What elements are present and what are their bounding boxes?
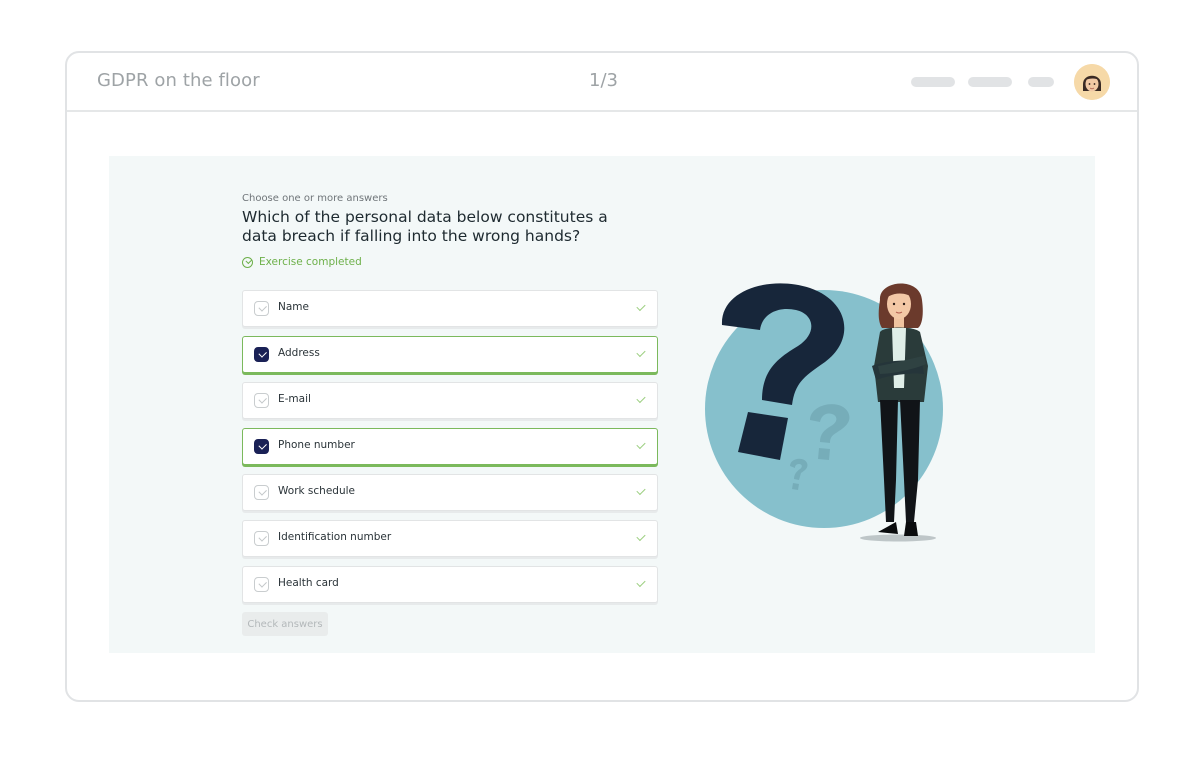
question-text: Which of the personal data below constit… — [242, 208, 608, 245]
checkbox-icon[interactable] — [254, 347, 269, 362]
option-label: E-mail — [278, 393, 311, 405]
exercise-status: Exercise completed — [242, 256, 362, 268]
option-label: Health card — [278, 577, 339, 589]
progress-indicator: 1/3 — [589, 70, 618, 91]
checkbox-icon[interactable] — [254, 393, 269, 408]
checkbox-icon[interactable] — [254, 485, 269, 500]
option-identification-number[interactable]: Identification number — [242, 520, 658, 557]
option-label: Phone number — [278, 439, 355, 451]
checkbox-icon[interactable] — [254, 531, 269, 546]
checkmark-icon — [636, 439, 646, 450]
question-illustration — [700, 270, 950, 545]
nav-placeholder-2[interactable] — [968, 77, 1012, 87]
answer-hint: Choose one or more answers — [242, 193, 388, 204]
check-answers-button[interactable]: Check answers — [242, 612, 328, 636]
top-bar: GDPR on the floor 1/3 — [67, 53, 1137, 112]
option-label: Work schedule — [278, 485, 355, 497]
option-work-schedule[interactable]: Work schedule — [242, 474, 658, 511]
option-name[interactable]: Name — [242, 290, 658, 327]
checkbox-icon[interactable] — [254, 577, 269, 592]
option-phone-number[interactable]: Phone number — [242, 428, 658, 465]
checkmark-icon — [636, 531, 646, 542]
exercise-status-label: Exercise completed — [259, 256, 362, 268]
option-health-card[interactable]: Health card — [242, 566, 658, 603]
checkmark-icon — [636, 393, 646, 404]
course-title: GDPR on the floor — [97, 70, 260, 91]
checkmark-icon — [636, 577, 646, 588]
checkbox-icon[interactable] — [254, 301, 269, 316]
checkmark-icon — [636, 301, 646, 312]
check-circle-icon — [242, 256, 253, 268]
checkbox-icon[interactable] — [254, 439, 269, 454]
option-label: Address — [278, 347, 320, 359]
option-label: Identification number — [278, 531, 392, 543]
checkmark-icon — [636, 485, 646, 496]
checkmark-icon — [636, 347, 646, 358]
nav-placeholder-1[interactable] — [911, 77, 955, 87]
avatar-face-icon — [1074, 64, 1110, 100]
option-email[interactable]: E-mail — [242, 382, 658, 419]
option-label: Name — [278, 301, 309, 313]
avatar[interactable] — [1074, 64, 1110, 100]
option-address[interactable]: Address — [242, 336, 658, 373]
nav-placeholder-3[interactable] — [1028, 77, 1054, 87]
